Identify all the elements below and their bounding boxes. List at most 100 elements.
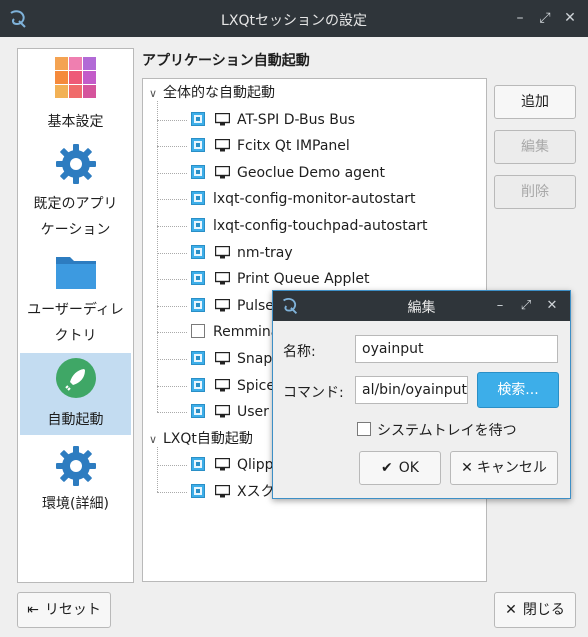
command-label: コマンド:: [283, 385, 344, 401]
autostart-checkbox[interactable]: [191, 111, 205, 126]
monitor-icon: [215, 298, 230, 312]
autostart-checkbox[interactable]: [191, 164, 205, 179]
monitor-icon: [215, 112, 230, 126]
autostart-checkbox[interactable]: [191, 218, 205, 232]
autostart-checkbox[interactable]: [191, 297, 205, 312]
tree-connector: [157, 279, 187, 281]
cancel-button[interactable]: ✕ キャンセル: [450, 451, 558, 485]
close-icon: ✕: [461, 460, 473, 476]
tree-connector: [157, 172, 187, 174]
sidebar-item-label: 自動起動: [47, 412, 104, 428]
tree-group-label: LXQt自動起動: [163, 430, 253, 447]
reset-icon: ⇤: [27, 602, 39, 618]
check-icon: ✔: [381, 460, 393, 476]
tree-item-label: Spice: [237, 377, 275, 394]
tree-item-label: Fcitx Qt IMPanel: [237, 138, 350, 155]
section-title: アプリケーション自動起動: [142, 53, 310, 69]
folder-icon: [56, 257, 96, 289]
tree-connector: [157, 252, 187, 254]
monitor-icon: [215, 165, 230, 179]
command-input[interactable]: al/bin/oyainput: [355, 376, 468, 404]
tree-group[interactable]: ∨ LXQt自動起動: [149, 427, 253, 451]
close-label: 閉じる: [522, 602, 565, 618]
tree-connector: [157, 359, 187, 360]
autostart-checkbox[interactable]: [191, 324, 205, 339]
tree-connector: [157, 465, 187, 467]
autostart-checkbox[interactable]: [191, 244, 205, 259]
chevron-down-icon: ∨: [149, 87, 158, 100]
tree-connector: [157, 199, 187, 201]
delete-button[interactable]: 削除: [494, 175, 576, 209]
tree-item-label: lxqt-config-monitor-autostart: [213, 191, 416, 208]
ok-label: OK: [398, 460, 419, 476]
autostart-checkbox[interactable]: [191, 404, 205, 419]
add-button[interactable]: 追加: [494, 85, 576, 119]
sidebar-item-autostart[interactable]: 自動起動: [20, 353, 131, 435]
chevron-down-icon: ∨: [149, 432, 158, 446]
autostart-checkbox[interactable]: [191, 271, 205, 286]
reset-label: リセット: [44, 602, 101, 618]
tray-wait-label: システムトレイを待つ: [377, 423, 517, 439]
edit-button[interactable]: 編集: [494, 130, 576, 164]
dialog-minimize-button[interactable]: –: [491, 297, 509, 315]
sidebar-item-environment[interactable]: 環境(詳細): [20, 439, 131, 521]
sidebar-item-label: 既定のアプリ ケーション: [33, 196, 118, 238]
sidebar-item-label: ユーザーディレ クトリ: [27, 302, 124, 344]
color-grid-icon: [55, 57, 96, 98]
sidebar-item-default-apps[interactable]: 既定のアプリ ケーション: [20, 139, 131, 239]
ok-button[interactable]: ✔ OK: [359, 451, 441, 485]
dialog-titlebar[interactable]: 編集 – ⤢ ✕: [273, 291, 570, 321]
tree-group[interactable]: ∨ 全体的な自動起動: [149, 81, 275, 105]
tree-connector: [157, 101, 158, 413]
tree-connector: [157, 446, 158, 492]
maximize-button[interactable]: ⤢: [535, 8, 555, 28]
tree-group-label: 全体的な自動起動: [163, 85, 275, 101]
tray-wait-checkbox[interactable]: [357, 422, 371, 436]
tree-item-label: Pulse: [237, 297, 274, 314]
rocket-icon: [56, 358, 96, 398]
close-button[interactable]: ✕ 閉じる: [494, 592, 576, 628]
autostart-checkbox[interactable]: [191, 138, 205, 153]
autostart-checkbox[interactable]: [191, 191, 205, 206]
sidebar-item-user-dirs[interactable]: ユーザーディレ クトリ: [20, 245, 131, 349]
autostart-checkbox[interactable]: [191, 351, 205, 365]
gear-icon: [56, 144, 96, 184]
autostart-checkbox[interactable]: [191, 457, 205, 472]
window-title: LXQtセッションの設定: [221, 13, 367, 29]
tree-item-label: AT-SPI D-Bus Bus: [237, 111, 356, 128]
monitor-icon: [215, 485, 230, 498]
reset-button[interactable]: ⇤ リセット: [17, 592, 111, 628]
autostart-checkbox[interactable]: [191, 484, 205, 498]
tree-item-label: Print Queue Applet: [237, 271, 370, 288]
tree-item-label: Remmina: [213, 324, 280, 341]
name-label: 名称:: [283, 344, 316, 360]
name-input[interactable]: oyainput: [355, 335, 558, 363]
tree-connector: [157, 305, 187, 307]
monitor-icon: [215, 272, 230, 285]
sidebar: 基本設定 既定のアプリ ケーション ユーザーディレ クトリ 自動起動 環境(詳細…: [17, 48, 134, 583]
gear-icon: [56, 446, 96, 486]
tree-connector: [157, 412, 187, 414]
sidebar-item-label: 環境(詳細): [42, 496, 109, 512]
edit-dialog: 編集 – ⤢ ✕ 名称: oyainput コマンド: al/bin/oyain…: [272, 290, 571, 499]
monitor-icon: [215, 245, 230, 259]
tree-connector: [157, 119, 187, 121]
browse-button[interactable]: 検索...: [477, 372, 559, 408]
tree-item-label: Geoclue Demo agent: [237, 164, 386, 181]
sidebar-item-label: 基本設定: [47, 114, 104, 130]
tree-connector: [157, 385, 187, 387]
tree-connector: [157, 492, 187, 493]
window-titlebar[interactable]: LXQtセッションの設定 – ⤢ ✕: [0, 0, 588, 37]
close-icon: ✕: [505, 602, 517, 618]
autostart-checkbox[interactable]: [191, 377, 205, 392]
dialog-maximize-button[interactable]: ⤢: [517, 297, 535, 315]
close-window-button[interactable]: ✕: [560, 8, 580, 28]
minimize-button[interactable]: –: [510, 8, 530, 28]
tree-item-label: nm-tray: [237, 244, 293, 261]
sidebar-item-basic[interactable]: 基本設定: [20, 53, 131, 139]
tree-connector: [157, 146, 187, 148]
monitor-icon: [215, 139, 230, 152]
tree-connector: [157, 226, 187, 227]
monitor-icon: [215, 458, 230, 471]
dialog-close-button[interactable]: ✕: [543, 297, 561, 315]
